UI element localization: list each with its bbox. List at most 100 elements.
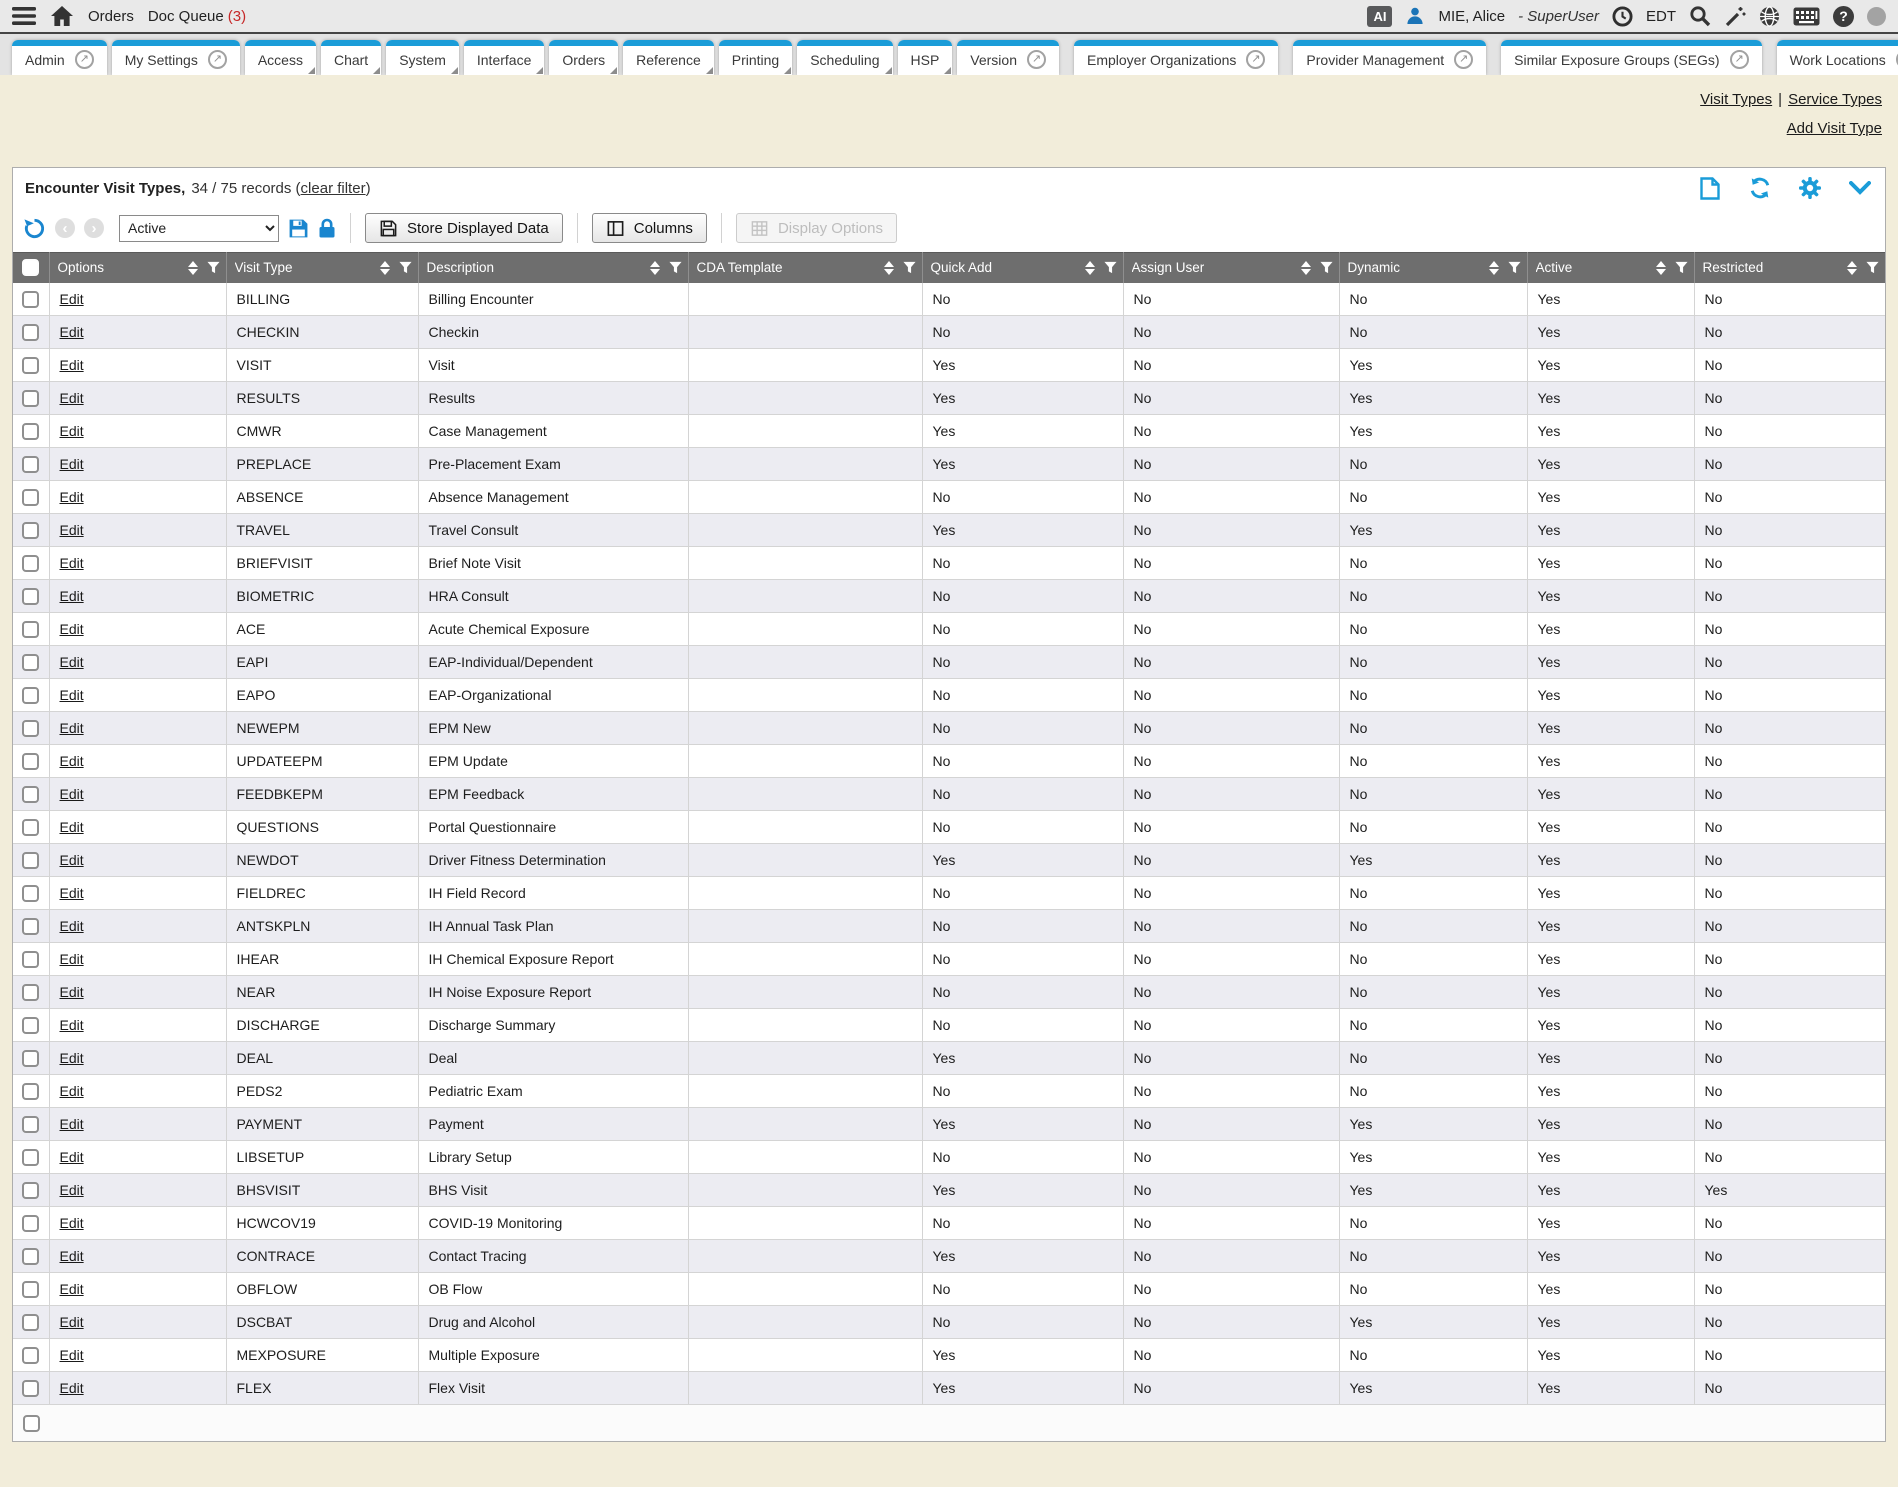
magic-wand-icon[interactable] <box>1724 5 1746 27</box>
open-new-window-icon[interactable]: ↗ <box>1730 50 1749 69</box>
row-checkbox[interactable] <box>22 1182 39 1199</box>
edit-link[interactable]: Edit <box>60 357 84 373</box>
row-checkbox[interactable] <box>22 1281 39 1298</box>
row-checkbox[interactable] <box>22 456 39 473</box>
filter-funnel-icon[interactable] <box>207 261 220 274</box>
tab-printing[interactable]: Printing <box>719 40 792 75</box>
open-new-window-icon[interactable]: ↗ <box>1246 50 1265 69</box>
tab-work-locations[interactable]: Work Locations↗ <box>1777 40 1898 75</box>
edit-link[interactable]: Edit <box>60 1248 84 1264</box>
tab-access[interactable]: Access <box>245 40 316 75</box>
edit-link[interactable]: Edit <box>60 951 84 967</box>
column-header-cda-template[interactable]: CDA Template <box>688 253 922 283</box>
edit-link[interactable]: Edit <box>60 291 84 307</box>
column-header-quick-add[interactable]: Quick Add <box>922 253 1123 283</box>
tab-admin[interactable]: Admin↗ <box>12 40 107 75</box>
tab-version[interactable]: Version↗ <box>957 40 1059 75</box>
filter-funnel-icon[interactable] <box>903 261 916 274</box>
filter-funnel-icon[interactable] <box>1104 261 1117 274</box>
undo-icon[interactable] <box>23 217 46 240</box>
sort-icon[interactable] <box>1847 261 1857 275</box>
tab-scheduling[interactable]: Scheduling <box>797 40 892 75</box>
column-header-dynamic[interactable]: Dynamic <box>1339 253 1527 283</box>
edit-link[interactable]: Edit <box>60 1050 84 1066</box>
edit-link[interactable]: Edit <box>60 1314 84 1330</box>
sort-icon[interactable] <box>1085 261 1095 275</box>
row-checkbox[interactable] <box>22 621 39 638</box>
row-checkbox[interactable] <box>22 588 39 605</box>
tab-interface[interactable]: Interface <box>464 40 544 75</box>
edit-link[interactable]: Edit <box>60 1380 84 1396</box>
sort-icon[interactable] <box>380 261 390 275</box>
new-document-icon[interactable] <box>1699 177 1721 199</box>
row-checkbox[interactable] <box>22 1347 39 1364</box>
edit-link[interactable]: Edit <box>60 687 84 703</box>
settings-gear-icon[interactable] <box>1799 177 1821 199</box>
edit-link[interactable]: Edit <box>60 1281 84 1297</box>
edit-link[interactable]: Edit <box>60 489 84 505</box>
sort-icon[interactable] <box>188 261 198 275</box>
nav-forward-icon[interactable]: › <box>84 218 104 238</box>
edit-link[interactable]: Edit <box>60 984 84 1000</box>
refresh-icon[interactable] <box>1749 177 1771 199</box>
service-types-link[interactable]: Service Types <box>1788 91 1882 108</box>
row-checkbox[interactable] <box>22 654 39 671</box>
edit-link[interactable]: Edit <box>60 720 84 736</box>
sort-icon[interactable] <box>884 261 894 275</box>
store-displayed-data-button[interactable]: Store Displayed Data <box>365 213 563 243</box>
tab-reference[interactable]: Reference <box>623 40 714 75</box>
edit-link[interactable]: Edit <box>60 423 84 439</box>
sort-icon[interactable] <box>1301 261 1311 275</box>
tab-my-settings[interactable]: My Settings↗ <box>112 40 240 75</box>
open-new-window-icon[interactable]: ↗ <box>208 50 227 69</box>
search-icon[interactable] <box>1689 5 1711 27</box>
select-all-checkbox[interactable] <box>22 259 39 276</box>
save-filter-icon[interactable] <box>288 218 309 239</box>
edit-link[interactable]: Edit <box>60 1116 84 1132</box>
row-checkbox[interactable] <box>22 423 39 440</box>
tab-hsp[interactable]: HSP <box>898 40 953 75</box>
add-visit-type-link[interactable]: Add Visit Type <box>1787 120 1882 137</box>
tab-similar-exposure-groups-segs[interactable]: Similar Exposure Groups (SEGs)↗ <box>1501 40 1761 75</box>
edit-link[interactable]: Edit <box>60 1083 84 1099</box>
filter-funnel-icon[interactable] <box>1320 261 1333 274</box>
edit-link[interactable]: Edit <box>60 1347 84 1363</box>
lock-icon[interactable] <box>318 218 336 239</box>
keyboard-icon[interactable] <box>1793 7 1820 26</box>
open-new-window-icon[interactable]: ↗ <box>1454 50 1473 69</box>
edit-link[interactable]: Edit <box>60 819 84 835</box>
edit-link[interactable]: Edit <box>60 522 84 538</box>
sort-icon[interactable] <box>1656 261 1666 275</box>
row-checkbox[interactable] <box>22 852 39 869</box>
row-checkbox[interactable] <box>22 753 39 770</box>
edit-link[interactable]: Edit <box>60 456 84 472</box>
footer-checkbox[interactable] <box>23 1415 40 1432</box>
status-filter-select[interactable]: Active <box>119 215 279 242</box>
row-checkbox[interactable] <box>22 720 39 737</box>
open-new-window-icon[interactable]: ↗ <box>75 50 94 69</box>
open-new-window-icon[interactable]: ↗ <box>1027 50 1046 69</box>
collapse-chevron-icon[interactable] <box>1849 177 1871 199</box>
column-header-active[interactable]: Active <box>1527 253 1694 283</box>
row-checkbox[interactable] <box>22 819 39 836</box>
edit-link[interactable]: Edit <box>60 390 84 406</box>
edit-link[interactable]: Edit <box>60 324 84 340</box>
row-checkbox[interactable] <box>22 984 39 1001</box>
row-checkbox[interactable] <box>22 1215 39 1232</box>
user-name[interactable]: MIE, Alice <box>1438 8 1505 25</box>
row-checkbox[interactable] <box>22 1083 39 1100</box>
row-checkbox[interactable] <box>22 1380 39 1397</box>
edit-link[interactable]: Edit <box>60 555 84 571</box>
breadcrumb-orders[interactable]: Orders <box>88 8 134 25</box>
globe-icon[interactable] <box>1759 6 1780 27</box>
column-header-visit-type[interactable]: Visit Type <box>226 253 418 283</box>
row-checkbox[interactable] <box>22 357 39 374</box>
row-checkbox[interactable] <box>22 918 39 935</box>
edit-link[interactable]: Edit <box>60 1017 84 1033</box>
help-icon[interactable]: ? <box>1833 6 1854 27</box>
row-checkbox[interactable] <box>22 291 39 308</box>
edit-link[interactable]: Edit <box>60 1215 84 1231</box>
filter-funnel-icon[interactable] <box>399 261 412 274</box>
row-checkbox[interactable] <box>22 786 39 803</box>
columns-button[interactable]: Columns <box>592 213 707 243</box>
